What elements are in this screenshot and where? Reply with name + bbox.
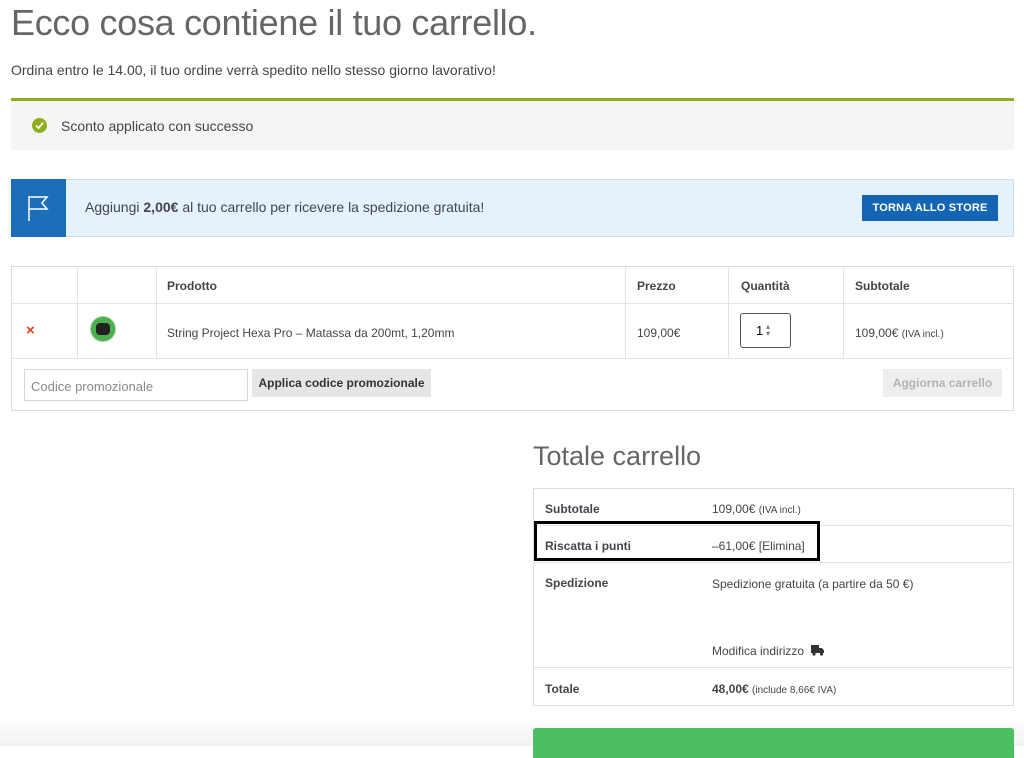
header-subtotal: Subtotale	[855, 279, 910, 293]
product-name-link[interactable]: String Project Hexa Pro – Matassa da 200…	[167, 326, 454, 340]
remove-item-icon[interactable]: ×	[26, 322, 35, 339]
checkout-button[interactable]	[533, 728, 1014, 758]
cart-table: Prodotto Prezzo Quantità Subtotale × Str…	[11, 266, 1014, 411]
product-subtotal: 109,00€ (IVA incl.)	[855, 326, 944, 340]
free-shipping-banner: Aggiungi 2,00€ al tuo carrello per ricev…	[11, 179, 1014, 237]
shipping-value: Spedizione gratuita (a partire da 50 €)	[712, 577, 914, 591]
check-circle-icon	[32, 118, 47, 133]
notice-text: Sconto applicato con successo	[61, 118, 254, 134]
page-title: Ecco cosa contiene il tuo carrello.	[11, 2, 537, 43]
page-subtitle: Ordina entro le 14.00, il tuo ordine ver…	[11, 62, 496, 78]
subtotal-value: 109,00€ (IVA incl.)	[712, 502, 801, 516]
banner-amount: 2,00€	[143, 199, 179, 215]
truck-icon	[811, 644, 825, 659]
product-price: 109,00€	[637, 326, 681, 340]
banner-text: Aggiungi 2,00€ al tuo carrello per ricev…	[85, 199, 485, 215]
update-cart-button[interactable]: Aggiorna carrello	[883, 369, 1002, 397]
quantity-stepper[interactable]: 1 ▴ ▾	[740, 313, 791, 348]
subtotal-label: Subtotale	[545, 502, 600, 516]
total-label: Totale	[545, 682, 580, 696]
flag-icon	[11, 179, 66, 237]
product-thumbnail[interactable]	[91, 317, 115, 341]
header-quantity: Quantità	[741, 279, 790, 293]
total-value: 48,00€ (include 8,66€ IVA)	[712, 682, 837, 696]
promo-code-input[interactable]: Codice promozionale	[24, 369, 248, 401]
quantity-value: 1	[756, 323, 764, 338]
header-product: Prodotto	[167, 279, 217, 293]
cart-totals-title: Totale carrello	[533, 441, 702, 471]
shipping-label: Spedizione	[545, 576, 609, 590]
success-notice: Sconto applicato con successo	[11, 98, 1014, 150]
highlight-box	[534, 521, 820, 561]
header-price: Prezzo	[637, 279, 676, 293]
apply-promo-button[interactable]: Applica codice promozionale	[252, 369, 431, 397]
back-to-store-button[interactable]: TORNA ALLO STORE	[862, 195, 998, 221]
spinner-arrows-icon[interactable]: ▴ ▾	[766, 323, 770, 338]
change-address-link[interactable]: Modifica indirizzo	[712, 644, 825, 659]
